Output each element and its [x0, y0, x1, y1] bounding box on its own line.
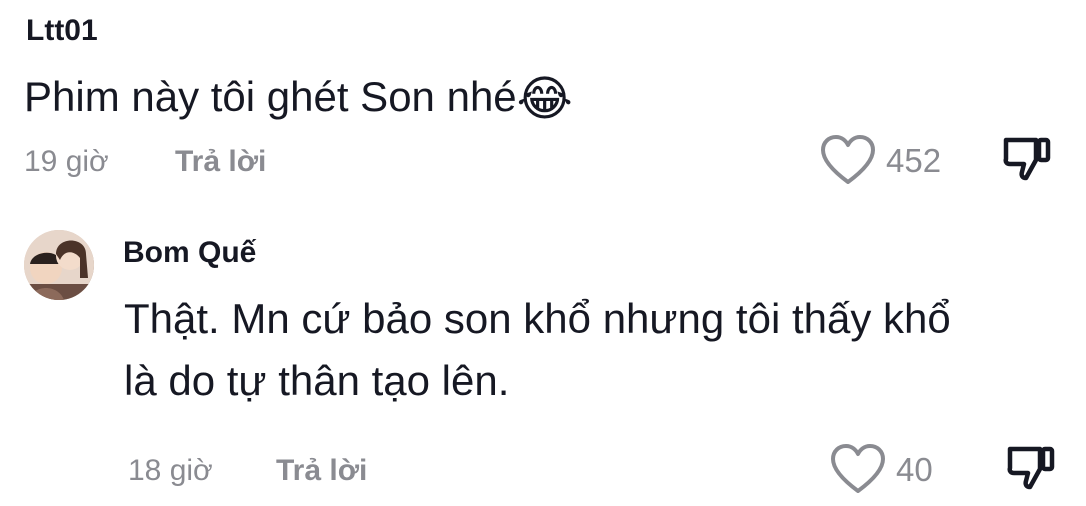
comment-text-content: Phim này tôi ghét Son nhé: [24, 73, 517, 120]
avatar[interactable]: [24, 230, 94, 300]
like-count: 452: [886, 142, 942, 179]
comment-username[interactable]: Ltt01: [26, 14, 98, 48]
comment-timestamp: 19 giờ: [24, 145, 109, 178]
comment-text-line-1: Thật. Mn cứ bảo son khổ nhưng tôi thấy k…: [124, 295, 951, 342]
thumbs-down-icon[interactable]: [1000, 134, 1052, 186]
heart-outline-icon[interactable]: [820, 134, 876, 186]
reply-button[interactable]: Trả lời: [276, 454, 367, 488]
thumbs-down-icon[interactable]: [1004, 443, 1056, 495]
comment-username[interactable]: Bom Quế: [123, 236, 256, 270]
comment-text-line-2: là do tự thân tạo lên.: [124, 357, 510, 404]
like-count: 40: [896, 451, 933, 488]
comment-timestamp: 18 giờ: [128, 454, 213, 487]
heart-outline-icon[interactable]: [830, 443, 886, 495]
reply-button[interactable]: Trả lời: [175, 145, 266, 179]
laughing-tears-emoji: 😂: [516, 73, 573, 126]
comment-text: Phim này tôi ghét Son nhé😂: [24, 66, 573, 131]
